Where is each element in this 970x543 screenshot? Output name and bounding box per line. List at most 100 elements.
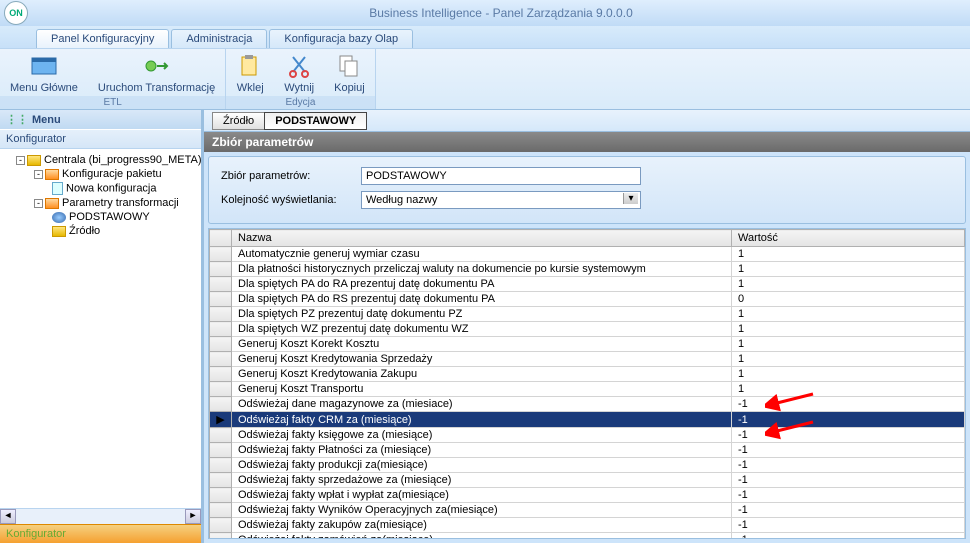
- ribbon-tab[interactable]: Panel Konfiguracyjny: [36, 29, 169, 48]
- breadcrumb-item[interactable]: PODSTAWOWY: [264, 112, 367, 130]
- cell-value[interactable]: -1: [732, 533, 965, 540]
- cell-value[interactable]: -1: [732, 412, 965, 428]
- table-row[interactable]: Automatycznie generuj wymiar czasu1: [210, 247, 965, 262]
- cell-name[interactable]: Generuj Koszt Kredytowania Sprzedaży: [232, 352, 732, 367]
- row-header[interactable]: [210, 307, 232, 322]
- cell-name[interactable]: Odświeżaj fakty wpłat i wypłat za(miesią…: [232, 488, 732, 503]
- cell-name[interactable]: Odświeżaj fakty Wyników Operacyjnych za(…: [232, 503, 732, 518]
- ribbon-tab[interactable]: Administracja: [171, 29, 267, 48]
- sidebar-subtitle[interactable]: Konfigurator: [0, 129, 201, 149]
- cell-name[interactable]: Odświeżaj dane magazynowe za (miesiace): [232, 397, 732, 412]
- row-header[interactable]: [210, 292, 232, 307]
- row-header[interactable]: [210, 428, 232, 443]
- row-header[interactable]: [210, 443, 232, 458]
- cell-value[interactable]: 1: [732, 247, 965, 262]
- scroll-track[interactable]: [16, 509, 185, 524]
- tree-node[interactable]: -Konfiguracje pakietu: [2, 167, 199, 181]
- ribbon-button[interactable]: Wklej: [226, 49, 274, 96]
- ribbon-button[interactable]: Kopiuj: [324, 49, 375, 96]
- row-header[interactable]: [210, 247, 232, 262]
- ribbon-button[interactable]: Wytnij: [274, 49, 324, 96]
- table-row[interactable]: Dla spiętych PZ prezentuj datę dokumentu…: [210, 307, 965, 322]
- cell-name[interactable]: Generuj Koszt Transportu: [232, 382, 732, 397]
- cell-name[interactable]: Odświeżaj fakty produkcji za(miesiące): [232, 458, 732, 473]
- table-row[interactable]: Dla spiętych PA do RA prezentuj datę dok…: [210, 277, 965, 292]
- tree-node[interactable]: PODSTAWOWY: [2, 210, 199, 224]
- row-header[interactable]: [210, 397, 232, 412]
- table-row[interactable]: Odświeżaj fakty zamówień za(miesiące)-1: [210, 533, 965, 540]
- cell-name[interactable]: Generuj Koszt Kredytowania Zakupu: [232, 367, 732, 382]
- table-row[interactable]: Odświeżaj fakty Płatności za (miesiące)-…: [210, 443, 965, 458]
- table-row[interactable]: Odświeżaj dane magazynowe za (miesiace)-…: [210, 397, 965, 412]
- row-header[interactable]: [210, 473, 232, 488]
- cell-name[interactable]: Dla spiętych PA do RS prezentuj datę dok…: [232, 292, 732, 307]
- cell-name[interactable]: Generuj Koszt Korekt Kosztu: [232, 337, 732, 352]
- table-row[interactable]: Generuj Koszt Transportu1: [210, 382, 965, 397]
- cell-value[interactable]: 1: [732, 337, 965, 352]
- cell-value[interactable]: 1: [732, 277, 965, 292]
- cell-value[interactable]: -1: [732, 397, 965, 412]
- cell-value[interactable]: 0: [732, 292, 965, 307]
- table-row[interactable]: Odświeżaj fakty księgowe za (miesiące)-1: [210, 428, 965, 443]
- table-row[interactable]: Generuj Koszt Kredytowania Sprzedaży1: [210, 352, 965, 367]
- table-row[interactable]: Dla spiętych WZ prezentuj datę dokumentu…: [210, 322, 965, 337]
- cell-value[interactable]: 1: [732, 367, 965, 382]
- sidebar-footer[interactable]: Konfigurator: [0, 524, 201, 543]
- cell-name[interactable]: Dla spiętych PZ prezentuj datę dokumentu…: [232, 307, 732, 322]
- tree-node[interactable]: Nowa konfiguracja: [2, 181, 199, 196]
- table-row[interactable]: Dla płatności historycznych przeliczaj w…: [210, 262, 965, 277]
- column-header-name[interactable]: Nazwa: [232, 230, 732, 247]
- row-header[interactable]: [210, 322, 232, 337]
- cell-name[interactable]: Odświeżaj fakty księgowe za (miesiące): [232, 428, 732, 443]
- row-header[interactable]: [210, 488, 232, 503]
- breadcrumb-item[interactable]: Źródło: [212, 112, 265, 130]
- row-header[interactable]: [210, 262, 232, 277]
- tree-expander-icon[interactable]: -: [34, 170, 43, 179]
- param-set-input[interactable]: [361, 167, 641, 185]
- tree-expander-icon[interactable]: -: [34, 199, 43, 208]
- scroll-right-icon[interactable]: ►: [185, 509, 201, 524]
- cell-value[interactable]: -1: [732, 473, 965, 488]
- table-row[interactable]: Odświeżaj fakty wpłat i wypłat za(miesią…: [210, 488, 965, 503]
- sidebar-grip-icon[interactable]: ⋮⋮: [6, 113, 28, 126]
- table-row[interactable]: Odświeżaj fakty Wyników Operacyjnych za(…: [210, 503, 965, 518]
- column-header-value[interactable]: Wartość: [732, 230, 965, 247]
- cell-value[interactable]: -1: [732, 428, 965, 443]
- table-row[interactable]: Odświeżaj fakty produkcji za(miesiące)-1: [210, 458, 965, 473]
- table-row[interactable]: Dla spiętych PA do RS prezentuj datę dok…: [210, 292, 965, 307]
- cell-value[interactable]: 1: [732, 322, 965, 337]
- cell-value[interactable]: -1: [732, 503, 965, 518]
- cell-value[interactable]: -1: [732, 518, 965, 533]
- cell-name[interactable]: Odświeżaj fakty Płatności za (miesiące): [232, 443, 732, 458]
- cell-value[interactable]: 1: [732, 307, 965, 322]
- table-row[interactable]: ▶Odświeżaj fakty CRM za (miesiące)-1: [210, 412, 965, 428]
- tree-node[interactable]: -Parametry transformacji: [2, 196, 199, 210]
- table-row[interactable]: Generuj Koszt Korekt Kosztu1: [210, 337, 965, 352]
- table-row[interactable]: Odświeżaj fakty sprzedażowe za (miesiące…: [210, 473, 965, 488]
- row-header[interactable]: [210, 533, 232, 540]
- ribbon-button[interactable]: Uruchom Transformację: [88, 49, 225, 96]
- row-header[interactable]: [210, 277, 232, 292]
- cell-value[interactable]: 1: [732, 262, 965, 277]
- cell-name[interactable]: Automatycznie generuj wymiar czasu: [232, 247, 732, 262]
- cell-value[interactable]: 1: [732, 382, 965, 397]
- display-order-select[interactable]: Według nazwy: [361, 191, 641, 209]
- cell-name[interactable]: Dla płatności historycznych przeliczaj w…: [232, 262, 732, 277]
- parameters-grid[interactable]: Nazwa Wartość Automatycznie generuj wymi…: [208, 228, 966, 539]
- row-header[interactable]: [210, 367, 232, 382]
- cell-value[interactable]: -1: [732, 488, 965, 503]
- table-row[interactable]: Odświeżaj fakty zakupów za(miesiące)-1: [210, 518, 965, 533]
- row-header[interactable]: ▶: [210, 412, 232, 428]
- tree-expander-icon[interactable]: -: [16, 156, 25, 165]
- cell-value[interactable]: -1: [732, 458, 965, 473]
- row-header[interactable]: [210, 518, 232, 533]
- ribbon-tab[interactable]: Konfiguracja bazy Olap: [269, 29, 413, 48]
- table-row[interactable]: Generuj Koszt Kredytowania Zakupu1: [210, 367, 965, 382]
- cell-name[interactable]: Odświeżaj fakty zamówień za(miesiące): [232, 533, 732, 540]
- cell-value[interactable]: -1: [732, 443, 965, 458]
- sidebar-hscroll[interactable]: ◄ ►: [0, 508, 201, 524]
- row-header[interactable]: [210, 337, 232, 352]
- row-header[interactable]: [210, 458, 232, 473]
- tree-view[interactable]: -Centrala (bi_progress90_META)-Konfigura…: [0, 149, 201, 508]
- row-header[interactable]: [210, 382, 232, 397]
